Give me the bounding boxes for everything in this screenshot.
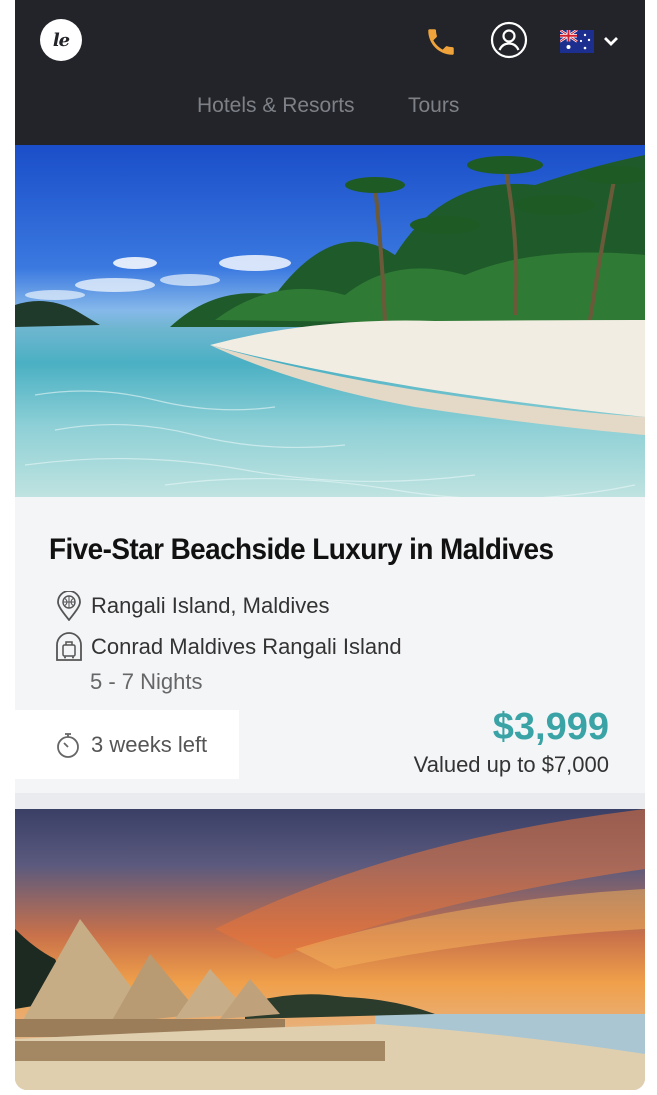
- luggage-icon: [55, 632, 83, 662]
- valued-price: Valued up to $7,000: [413, 752, 609, 777]
- australia-flag-icon: [560, 29, 594, 53]
- time-left-badge: 3 weeks left: [15, 710, 239, 779]
- country-selector[interactable]: [558, 24, 622, 58]
- category-nav: Hotels & Resorts Tours: [15, 94, 645, 124]
- chevron-down-icon: [604, 37, 618, 46]
- time-left-text: 3 weeks left: [91, 731, 208, 757]
- location-text: Rangali Island, Maldives: [91, 593, 330, 618]
- logo-icon[interactable]: le: [40, 19, 82, 61]
- hotel-row: Conrad Maldives Rangali Island: [55, 632, 402, 662]
- app-screen: le Hotels & Resorts Tours Five-Star Beac…: [15, 0, 645, 1090]
- phone-icon[interactable]: [421, 22, 461, 62]
- account-icon[interactable]: [489, 20, 529, 60]
- price: $3,999: [492, 706, 609, 748]
- nav-tours[interactable]: Tours: [408, 94, 459, 118]
- listing-card[interactable]: Five-Star Beachside Luxury in Maldives R…: [15, 497, 645, 793]
- nights-text: 5 - 7 Nights: [90, 669, 203, 694]
- stopwatch-icon: [55, 730, 83, 760]
- location-row: Rangali Island, Maldives: [55, 591, 329, 621]
- location-pin-icon: [55, 591, 83, 621]
- listing-title[interactable]: Five-Star Beachside Luxury in Maldives: [49, 533, 554, 567]
- hotel-name: Conrad Maldives Rangali Island: [91, 634, 402, 659]
- listing-image-sunset-beach[interactable]: [15, 809, 645, 1090]
- top-header: le Hotels & Resorts Tours: [15, 0, 645, 145]
- nav-hotels-resorts[interactable]: Hotels & Resorts: [197, 94, 355, 118]
- listing-image-beach[interactable]: [15, 145, 645, 497]
